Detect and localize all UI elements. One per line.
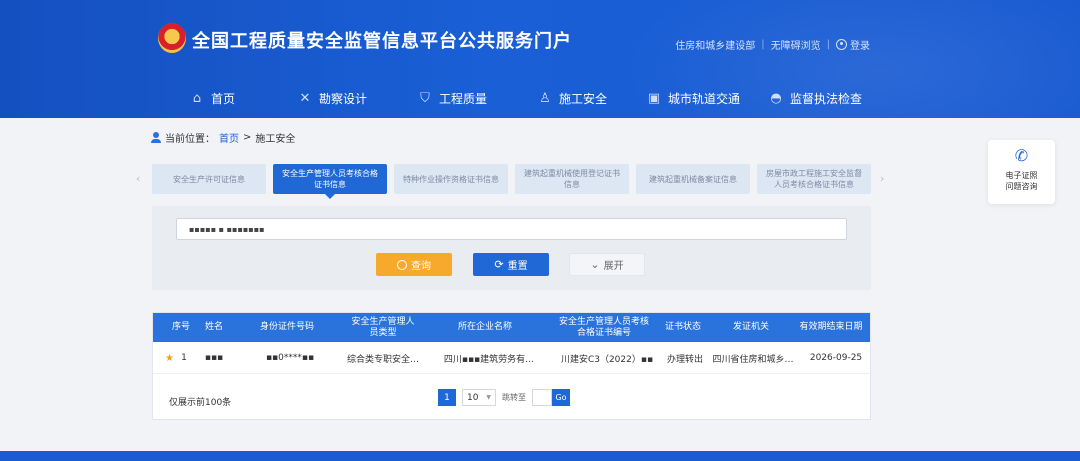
tab-crane-usage-registration[interactable]: 建筑起重机械使用登记证书信息 [515, 164, 629, 194]
pagination: 1 10 ▼ 跳转至 Go [438, 389, 570, 406]
login-label: 登录 [850, 41, 870, 52]
tab-special-operation-cert[interactable]: 特种作业操作资格证书信息 [394, 164, 508, 194]
worker-icon: ♙ [539, 90, 551, 106]
location-icon [151, 131, 161, 144]
nav-item-construction-safety[interactable]: ♙ 施工安全 [538, 90, 607, 107]
accessibility-link[interactable]: 无障碍浏览 [771, 37, 821, 52]
column-header: 证书状态 [664, 322, 701, 332]
star-icon: ★ [165, 353, 174, 364]
column-header: 所在企业名称 [457, 322, 512, 332]
cell-type: 综合类专职安全… [346, 354, 419, 365]
main-nav: ⌂ 首页 ✕ 勘察设计 ⛉ 工程质量 ♙ 施工安全 ▣ 城市轨道交通 ◓ 监督执… [0, 78, 1080, 118]
nav-label: 首页 [211, 92, 236, 106]
search-input[interactable] [176, 218, 847, 240]
nav-item-home[interactable]: ⌂ 首页 [190, 90, 235, 107]
result-limit-note: 仅展示前100条 [169, 398, 232, 408]
refresh-icon: ⟳ [494, 258, 504, 271]
column-header: 身份证件号码 [259, 322, 314, 332]
breadcrumb-separator: > [243, 132, 252, 143]
query-label: 查询 [411, 261, 431, 272]
cell-name: ▪︎▪︎▪︎ [204, 353, 224, 363]
widget-line-2: 问题咨询 [1005, 182, 1038, 191]
cell-cert-number: 川建安C3（2022）▪︎▪︎ [560, 354, 654, 365]
chevron-down-circle-icon: ⌄ [590, 258, 600, 271]
breadcrumb-current: 施工安全 [255, 134, 296, 145]
tab-safety-license[interactable]: 安全生产许可证信息 [152, 164, 266, 194]
table-header: 序号 姓名 身份证件号码 安全生产管理人员类型 所在企业名称 安全生产管理人员考… [153, 313, 870, 342]
cell-status: 办理转出 [666, 354, 703, 365]
divider: | [826, 39, 830, 50]
site-header: 全国工程质量安全监管信息平台公共服务门户 住房和城乡建设部 | 无障碍浏览 | … [0, 0, 1080, 118]
cell-company: 四川▪︎▪︎▪︎建筑劳务有… [443, 354, 535, 365]
expand-label: 展开 [603, 261, 624, 272]
national-emblem-icon [158, 23, 186, 53]
tabs-next-arrow-icon[interactable]: › [880, 172, 884, 185]
site-title: 全国工程质量安全监管信息平台公共服务门户 [192, 31, 572, 52]
jump-page-input[interactable] [532, 389, 552, 406]
nav-label: 工程质量 [439, 92, 488, 106]
column-header: 姓名 [204, 322, 223, 332]
jump-label: 跳转至 [502, 393, 526, 402]
breadcrumb-prefix: 当前位置： [165, 134, 215, 145]
tab-safety-manager-cert[interactable]: 安全生产管理人员考核合格证书信息 [273, 164, 387, 199]
divider: | [761, 39, 765, 50]
home-icon: ⌂ [192, 90, 202, 106]
tab-crane-filing-cert[interactable]: 建筑起重机械备案证信息 [636, 164, 750, 194]
nav-item-survey-design[interactable]: ✕ 勘察设计 [298, 90, 367, 107]
tabs-prev-arrow-icon[interactable]: ‹ [136, 172, 140, 185]
police-cap-icon: ◓ [770, 90, 782, 106]
tab-supervisor-cert[interactable]: 房屋市政工程施工安全监督人员考核合格证书信息 [757, 164, 871, 194]
top-links: 住房和城乡建设部 | 无障碍浏览 | 登录 [675, 37, 870, 52]
user-icon [836, 39, 847, 50]
train-icon: ▣ [647, 90, 661, 106]
ministry-link[interactable]: 住房和城乡建设部 [675, 37, 755, 52]
nav-item-inspection[interactable]: ◓ 监督执法检查 [769, 90, 862, 107]
query-button[interactable]: 查询 [376, 253, 452, 276]
e-certificate-help-widget[interactable]: ✆ 电子证照 问题咨询 [988, 140, 1055, 204]
column-header: 安全生产管理人员类型 [351, 316, 415, 338]
column-header: 有效期结束日期 [799, 322, 863, 332]
chevron-down-icon: ▼ [486, 394, 491, 401]
column-header: 发证机关 [732, 322, 769, 332]
cell-id-number: ▪︎▪︎0****▪︎▪︎ [265, 353, 315, 363]
nav-label: 勘察设计 [319, 92, 368, 106]
column-header: 安全生产管理人员考核合格证书编号 [558, 316, 649, 338]
nav-label: 施工安全 [559, 92, 608, 106]
reset-button[interactable]: ⟳ 重置 [473, 253, 549, 276]
cell-end-date: 2026-09-25 [809, 353, 863, 363]
shield-icon: ⛉ [420, 90, 430, 106]
nav-item-rail-transit[interactable]: ▣ 城市轨道交通 [647, 90, 740, 107]
breadcrumb: 当前位置： 首页 > 施工安全 [151, 130, 295, 145]
footer-bar [0, 451, 1080, 461]
search-icon [397, 259, 407, 270]
expand-button[interactable]: ⌄ 展开 [569, 253, 645, 276]
widget-line-1: 电子证照 [1005, 171, 1038, 180]
page-size-value: 10 [467, 392, 479, 403]
login-button[interactable]: 登录 [836, 37, 870, 52]
nav-label: 监督执法检查 [790, 92, 863, 106]
nav-item-quality[interactable]: ⛉ 工程质量 [418, 90, 487, 107]
phone-icon: ✆ [1014, 146, 1029, 165]
cell-index: 1 [181, 353, 187, 363]
cell-issuer: 四川省住房和城乡… [712, 354, 794, 365]
reset-label: 重置 [507, 261, 528, 272]
tools-icon: ✕ [299, 90, 311, 106]
column-header: 序号 [171, 322, 190, 332]
page-size-select[interactable]: 10 ▼ [462, 389, 496, 406]
table-row[interactable]: ★ 1 ▪︎▪︎▪︎ ▪︎▪︎0****▪︎▪︎ 综合类专职安全… 四川▪︎▪︎… [153, 342, 870, 374]
nav-label: 城市轨道交通 [668, 92, 741, 106]
page-number-button[interactable]: 1 [438, 389, 456, 406]
breadcrumb-home-link[interactable]: 首页 [219, 130, 239, 145]
go-button[interactable]: Go [552, 389, 570, 406]
results-table: 序号 姓名 身份证件号码 安全生产管理人员类型 所在企业名称 安全生产管理人员考… [152, 312, 871, 420]
